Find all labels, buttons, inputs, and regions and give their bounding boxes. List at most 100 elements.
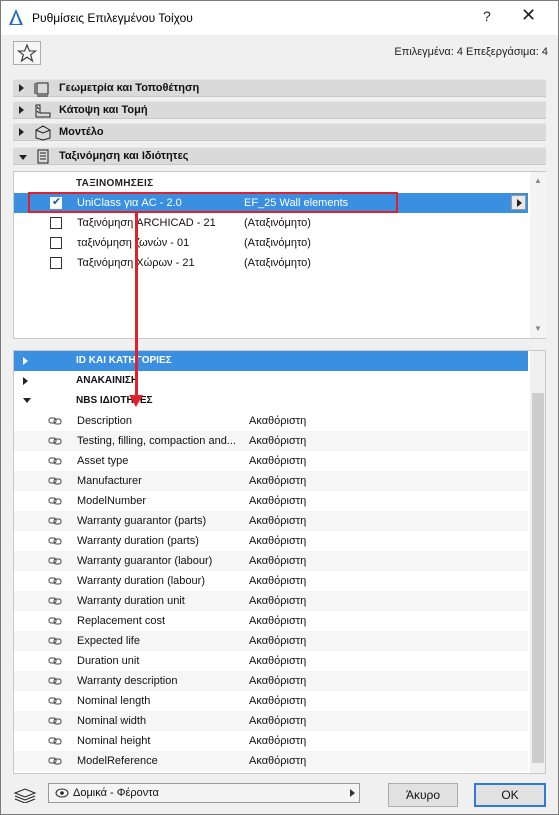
property-value[interactable]: Ακαθόριστη bbox=[249, 415, 306, 427]
link-icon bbox=[48, 577, 62, 585]
property-value[interactable]: Ακαθόριστη bbox=[249, 575, 306, 587]
link-icon bbox=[48, 757, 62, 765]
property-value[interactable]: Ακαθόριστη bbox=[249, 555, 306, 567]
panel-label: Ταξινόμηση και Ιδιότητες bbox=[59, 150, 189, 162]
dropdown-arrow-icon bbox=[350, 789, 355, 797]
settings-dialog: Ρυθμίσεις Επιλεγμένου Τοίχου ? ✕ Επιλεγμ… bbox=[0, 0, 559, 815]
property-name: Nominal length bbox=[77, 695, 151, 707]
close-button[interactable]: ✕ bbox=[521, 5, 536, 26]
property-value[interactable]: Ακαθόριστη bbox=[249, 615, 306, 627]
classification-row[interactable]: Ταξινόμηση Χώρων - 21 (Αταξινόμητο) bbox=[14, 253, 528, 273]
property-value[interactable]: Ακαθόριστη bbox=[249, 535, 306, 547]
property-row[interactable]: Description Ακαθόριστη bbox=[14, 411, 528, 431]
classification-icon bbox=[37, 149, 49, 164]
ok-button[interactable]: OK bbox=[474, 783, 546, 807]
scrollbar-thumb[interactable] bbox=[532, 393, 544, 763]
help-button[interactable]: ? bbox=[483, 8, 491, 24]
property-row[interactable]: Nominal width Ακαθόριστη bbox=[14, 711, 528, 731]
property-row[interactable]: Asset type Ακαθόριστη bbox=[14, 451, 528, 471]
link-icon bbox=[48, 737, 62, 745]
classification-value: (Αταξινόμητο) bbox=[244, 257, 311, 269]
property-group-renovation[interactable]: ΑΝΑΚΑΙΝΙΣΗ bbox=[14, 371, 528, 391]
property-row[interactable]: ModelNumber Ακαθόριστη bbox=[14, 491, 528, 511]
property-name: Replacement cost bbox=[77, 615, 166, 627]
link-icon bbox=[48, 717, 62, 725]
panel-floorplan-section[interactable]: Κάτοψη και Τομή bbox=[13, 101, 546, 119]
property-value[interactable]: Ακαθόριστη bbox=[249, 455, 306, 467]
cancel-button[interactable]: Άκυρο bbox=[388, 783, 458, 807]
property-row[interactable]: Expected life Ακαθόριστη bbox=[14, 631, 528, 651]
property-row[interactable]: Manufacturer Ακαθόριστη bbox=[14, 471, 528, 491]
property-value[interactable]: Ακαθόριστη bbox=[249, 515, 306, 527]
properties-list: ID ΚΑΙ ΚΑΤΗΓΟΡΙΕΣ ΑΝΑΚΑΙΝΙΣΗ NBS ΙΔΙΟΤΗΤ… bbox=[13, 350, 546, 774]
layer-select-value: Δομικά - Φέροντα bbox=[73, 787, 159, 799]
favorites-button[interactable] bbox=[13, 41, 41, 65]
property-name: Nominal width bbox=[77, 715, 147, 727]
property-row[interactable]: Warranty guarantor (parts) Ακαθόριστη bbox=[14, 511, 528, 531]
title-bar: Ρυθμίσεις Επιλεγμένου Τοίχου ? ✕ bbox=[1, 1, 558, 35]
classification-checkbox[interactable] bbox=[50, 257, 62, 269]
property-row[interactable]: Warranty duration unit Ακαθόριστη bbox=[14, 591, 528, 611]
collapse-arrow-icon bbox=[19, 155, 27, 160]
property-name: ModelNumber bbox=[77, 495, 147, 507]
classification-checkbox[interactable] bbox=[50, 217, 62, 229]
classification-row[interactable]: Ταξινόμηση ARCHICAD - 21 (Αταξινόμητο) bbox=[14, 213, 528, 233]
property-row[interactable]: Warranty duration (labour) Ακαθόριστη bbox=[14, 571, 528, 591]
property-name: Nominal height bbox=[77, 735, 151, 747]
classification-picker-button[interactable] bbox=[511, 195, 526, 210]
property-row[interactable]: Warranty guarantor (labour) Ακαθόριστη bbox=[14, 551, 528, 571]
annotation-arrow-line bbox=[135, 213, 138, 398]
property-name: Asset type bbox=[77, 455, 129, 467]
property-name: Description bbox=[77, 415, 133, 427]
property-value[interactable]: Ακαθόριστη bbox=[249, 695, 306, 707]
property-value[interactable]: Ακαθόριστη bbox=[249, 755, 306, 767]
property-value[interactable]: Ακαθόριστη bbox=[249, 635, 306, 647]
link-icon bbox=[48, 497, 62, 505]
link-icon bbox=[48, 557, 62, 565]
property-value[interactable]: Ακαθόριστη bbox=[249, 595, 306, 607]
link-icon bbox=[48, 697, 62, 705]
property-value[interactable]: Ακαθόριστη bbox=[249, 475, 306, 487]
classification-scrollbar[interactable]: ▲ ▼ bbox=[530, 172, 546, 338]
eye-icon bbox=[55, 788, 69, 798]
panel-model[interactable]: Μοντέλο bbox=[13, 123, 546, 141]
layer-select[interactable]: Δομικά - Φέροντα bbox=[48, 783, 360, 803]
annotation-highlight-box bbox=[28, 192, 398, 213]
annotation-arrowhead bbox=[129, 395, 143, 407]
property-value[interactable]: Ακαθόριστη bbox=[249, 735, 306, 747]
link-icon bbox=[48, 417, 62, 425]
property-row[interactable]: Duration unit Ακαθόριστη bbox=[14, 651, 528, 671]
classification-checkbox[interactable] bbox=[50, 237, 62, 249]
property-row[interactable]: Testing, filling, compaction and... Ακαθό… bbox=[14, 431, 528, 451]
panel-label: Κάτοψη και Τομή bbox=[59, 104, 148, 116]
classification-value: (Αταξινόμητο) bbox=[244, 237, 311, 249]
property-group-id-categories[interactable]: ID ΚΑΙ ΚΑΤΗΓΟΡΙΕΣ bbox=[14, 351, 528, 371]
expand-arrow-icon bbox=[19, 84, 24, 92]
property-group-nbs[interactable]: NBS ΙΔΙΟΤΗΤΕΣ bbox=[14, 391, 528, 411]
classification-row[interactable]: ταξινόμηση ζωνών - 01 (Αταξινόμητο) bbox=[14, 233, 528, 253]
scroll-up-icon[interactable]: ▲ bbox=[534, 176, 542, 185]
expand-arrow-icon bbox=[23, 357, 28, 365]
classification-value: (Αταξινόμητο) bbox=[244, 217, 311, 229]
property-value[interactable]: Ακαθόριστη bbox=[249, 675, 306, 687]
property-name: Warranty duration (labour) bbox=[77, 575, 205, 587]
link-icon bbox=[48, 437, 62, 445]
property-value[interactable]: Ακαθόριστη bbox=[249, 655, 306, 667]
property-row[interactable]: Replacement cost Ακαθόριστη bbox=[14, 611, 528, 631]
property-row[interactable]: Warranty description Ακαθόριστη bbox=[14, 671, 528, 691]
property-row[interactable]: ModelReference Ακαθόριστη bbox=[14, 751, 528, 771]
panel-classification[interactable]: Ταξινόμηση και Ιδιότητες bbox=[13, 147, 546, 165]
properties-scrollbar[interactable] bbox=[530, 351, 545, 773]
property-row[interactable]: Nominal length Ακαθόριστη bbox=[14, 691, 528, 711]
property-value[interactable]: Ακαθόριστη bbox=[249, 495, 306, 507]
model-icon bbox=[35, 125, 51, 141]
scroll-down-icon[interactable]: ▼ bbox=[534, 324, 542, 333]
panel-label: Μοντέλο bbox=[59, 126, 104, 138]
classifications-header: ΤΑΞΙΝΟΜΗΣΕΙΣ bbox=[76, 178, 154, 189]
property-value[interactable]: Ακαθόριστη bbox=[249, 715, 306, 727]
star-icon bbox=[16, 43, 38, 63]
property-row[interactable]: Nominal height Ακαθόριστη bbox=[14, 731, 528, 751]
property-row[interactable]: Warranty duration (parts) Ακαθόριστη bbox=[14, 531, 528, 551]
panel-geometry[interactable]: Γεωμετρία και Τοποθέτηση bbox=[13, 79, 546, 97]
property-value[interactable]: Ακαθόριστη bbox=[249, 435, 306, 447]
